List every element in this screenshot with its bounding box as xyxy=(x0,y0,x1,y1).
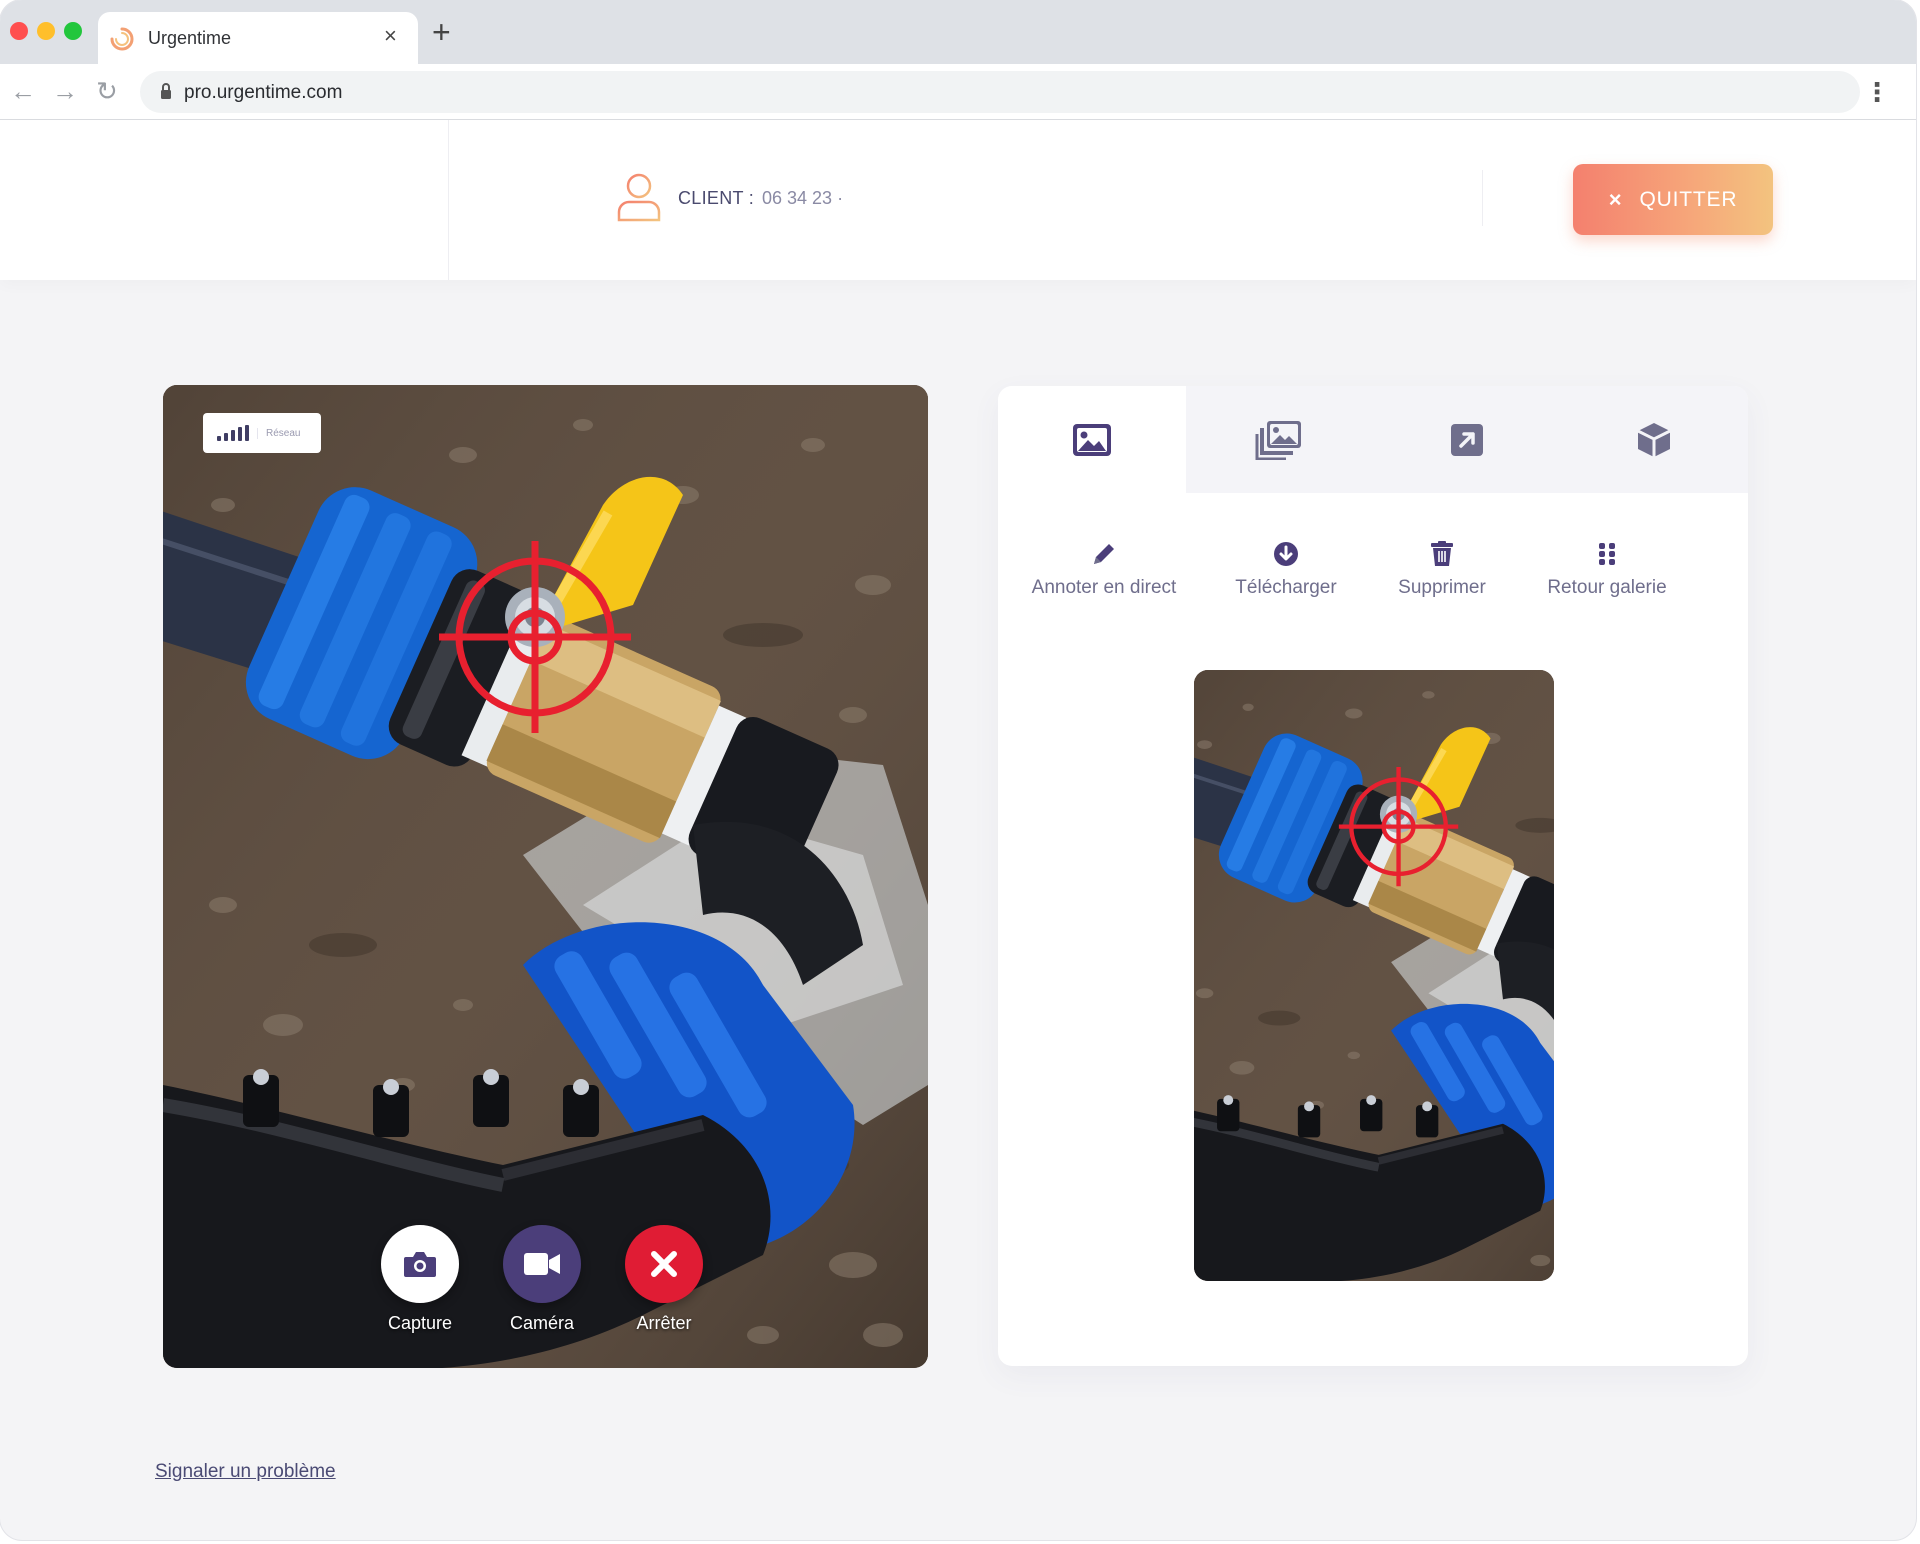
header-divider xyxy=(448,120,449,280)
capture-button[interactable]: Capture xyxy=(381,1225,459,1334)
camera-icon xyxy=(404,1252,436,1277)
window-maximize-button[interactable] xyxy=(64,22,82,40)
video-camera-icon xyxy=(524,1253,560,1275)
camera-toggle-button[interactable]: Caméra xyxy=(503,1225,581,1334)
lock-icon xyxy=(161,83,171,99)
client-label: CLIENT : xyxy=(678,188,755,208)
window-close-button[interactable] xyxy=(10,22,28,40)
tab-gallery[interactable] xyxy=(1186,386,1374,493)
network-signal-badge: Réseau xyxy=(203,413,321,453)
client-phone-number: 06 34 23 · xyxy=(762,188,844,208)
forward-arrow-icon[interactable]: → xyxy=(52,76,78,106)
back-to-gallery-button[interactable]: Retour galerie xyxy=(1544,541,1670,599)
capture-button-circle[interactable] xyxy=(381,1225,459,1303)
download-icon xyxy=(1274,542,1298,566)
cube-icon xyxy=(1637,422,1671,457)
video-frame-image xyxy=(163,385,928,1368)
share-icon xyxy=(1450,423,1483,456)
download-button[interactable]: Télécharger xyxy=(1230,541,1342,599)
gallery-icon xyxy=(1255,420,1302,460)
close-icon xyxy=(651,1251,677,1277)
media-tabs xyxy=(998,386,1748,493)
annotate-live-button[interactable]: Annoter en direct xyxy=(1028,541,1180,599)
quit-button[interactable]: × QUITTER xyxy=(1573,164,1773,235)
media-panel: Annoter en direct Télécharger Supprimer xyxy=(998,386,1748,1366)
signal-bars-icon xyxy=(217,425,249,441)
capture-label: Capture xyxy=(387,1313,453,1333)
tab-share[interactable] xyxy=(1373,386,1561,493)
url-text: pro.urgentime.com xyxy=(184,82,343,103)
window-minimize-button[interactable] xyxy=(37,22,55,40)
stop-label: Arrêter xyxy=(636,1313,692,1333)
grid-icon xyxy=(1599,543,1615,565)
report-problem-link[interactable]: Signaler un problème xyxy=(155,1461,336,1483)
quit-button-label: QUITTER xyxy=(1639,187,1738,211)
urgentime-logo-icon xyxy=(110,27,134,51)
back-to-gallery-label: Retour galerie xyxy=(1547,577,1667,598)
pencil-icon xyxy=(1094,544,1114,564)
browser-window: Urgentime × + ← → ↻ pro.urgentime.com ⋮ xyxy=(0,0,1916,1540)
captured-photo-image xyxy=(1194,670,1554,1281)
app-header: CLIENT : 06 34 23 · × QUITTER xyxy=(0,120,1916,280)
new-tab-button[interactable]: + xyxy=(432,16,451,48)
trash-icon xyxy=(1431,541,1453,566)
browser-tab-urgentime[interactable]: Urgentime × xyxy=(98,12,418,64)
signal-label: Réseau xyxy=(257,427,300,439)
camera-label: Caméra xyxy=(509,1313,575,1333)
close-icon: × xyxy=(1608,186,1622,212)
live-video-feed[interactable]: Réseau Capture Caméra Arrêter xyxy=(163,385,928,1368)
browser-menu-icon[interactable]: ⋮ xyxy=(1864,78,1890,106)
photo-actions: Annoter en direct Télécharger Supprimer xyxy=(1028,541,1728,599)
header-divider xyxy=(1482,170,1483,226)
stop-call-button[interactable]: Arrêter xyxy=(625,1225,703,1334)
camera-toggle-circle[interactable] xyxy=(503,1225,581,1303)
address-bar[interactable]: pro.urgentime.com xyxy=(140,71,1860,113)
delete-button[interactable]: Supprimer xyxy=(1392,541,1492,599)
back-arrow-icon[interactable]: ← xyxy=(10,76,36,106)
download-label: Télécharger xyxy=(1235,577,1337,598)
annotate-live-label: Annoter en direct xyxy=(1031,577,1177,598)
browser-toolbar: ← → ↻ pro.urgentime.com ⋮ xyxy=(0,64,1916,120)
tab-3d-object[interactable] xyxy=(1561,386,1749,493)
tab-title: Urgentime xyxy=(148,28,232,48)
delete-label: Supprimer xyxy=(1398,577,1486,598)
stop-call-circle[interactable] xyxy=(625,1225,703,1303)
reload-icon[interactable]: ↻ xyxy=(96,76,118,106)
tab-photo[interactable] xyxy=(998,386,1186,493)
tab-close-icon[interactable]: × xyxy=(384,24,397,48)
captured-photo-preview[interactable] xyxy=(1194,670,1554,1281)
user-icon xyxy=(617,173,661,222)
image-icon xyxy=(1072,423,1111,456)
call-controls: Capture Caméra Arrêter xyxy=(381,1225,703,1334)
browser-tab-strip: Urgentime × + xyxy=(0,0,1916,64)
